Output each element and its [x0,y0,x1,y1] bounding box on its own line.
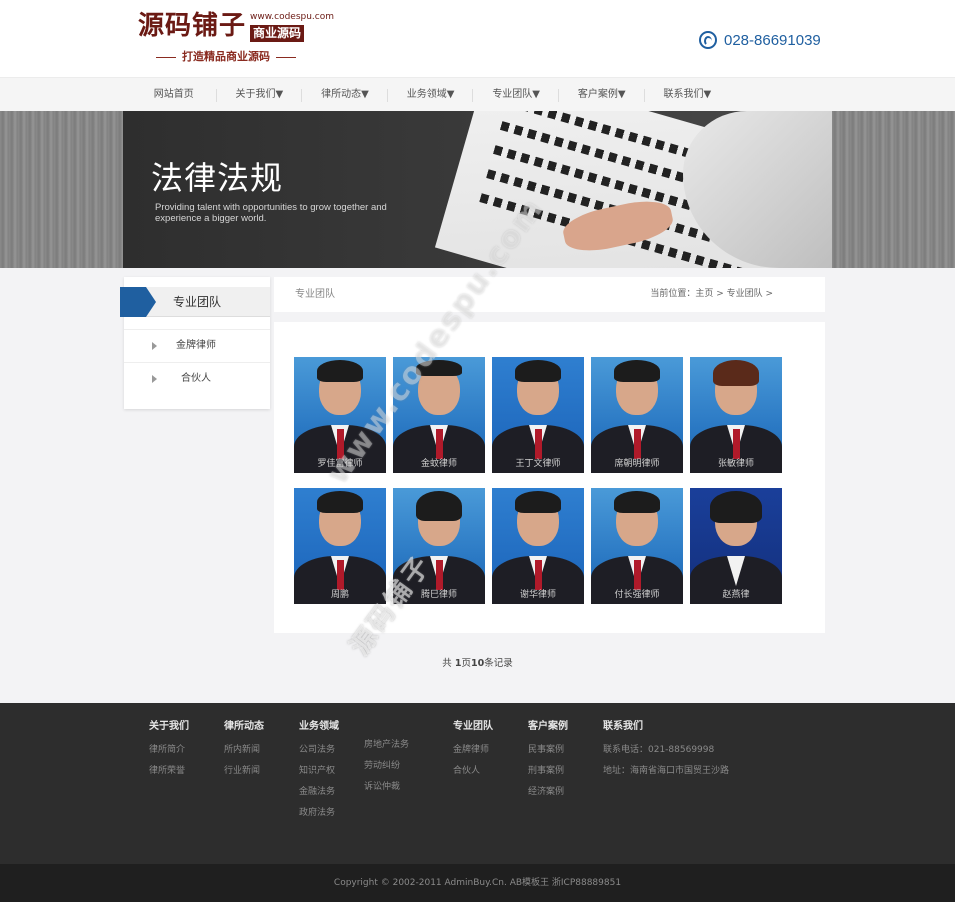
sidebar-header: 专业团队 [120,287,270,317]
caret-right-icon [152,375,157,383]
team-member-card[interactable]: 罗佳富律师 [294,357,386,473]
footer-col-team: 专业团队 金牌律师 合伙人 [453,717,493,782]
team-member-card[interactable]: 付长强律师 [591,488,683,604]
footer-address: 地址：海南省海口市国贸王沙路 [603,766,730,776]
team-content: 罗佳富律师 金蚊律师 王丁文律师 席朝明律师 张敏律师 周鹏 腾巳律师 谢华律师… [274,322,825,633]
banner-subtitle: Providing talent with opportunities to g… [155,202,387,224]
sidebar-title: 专业团队 [173,295,222,309]
team-member-card[interactable]: 张敏律师 [690,357,782,473]
footer-heading: 关于我们 [149,721,189,732]
phone-icon [699,31,717,49]
sidebar-item-label: 金牌律师 [176,340,216,351]
footer-link[interactable]: 知识产权 [299,761,339,782]
team-member-name: 谢华律师 [519,590,556,600]
footer-link[interactable]: 房地产法务 [364,735,409,756]
pagination-info: 共 1页10条记录 [0,655,955,669]
footer-col-business: 业务领域 公司法务 知识产权 金融法务 政府法务 [299,717,339,824]
footer-phone: 联系电话：021-88569998 [603,745,715,755]
site-footer: 关于我们 律所简介 律所荣誉 律所动态 所内新闻 行业新闻 业务领域 公司法务 … [0,703,955,864]
nav-item-team[interactable]: 专业团队▼ [473,78,559,112]
logo-url: www.codespu.com [250,12,335,22]
team-member-card[interactable]: 腾巳律师 [393,488,485,604]
footer-link[interactable]: 律所荣誉 [149,761,189,782]
banner-wood-right [832,111,955,268]
sidebar-item-label: 合伙人 [181,373,211,384]
footer-heading: 律所动态 [224,721,264,732]
sidebar: 专业团队 金牌律师 合伙人 [120,277,270,409]
footer-link[interactable]: 刑事案例 [528,761,568,782]
banner-wood-left [0,111,123,268]
page-banner [0,111,955,268]
footer-link[interactable]: 经济案例 [528,782,568,803]
team-member-card[interactable]: 谢华律师 [492,488,584,604]
footer-heading: 客户案例 [528,721,568,732]
main-nav: 网站首页 关于我们▼ 律所动态▼ 业务领域▼ 专业团队▼ 客户案例▼ 联系我们▼ [0,77,955,111]
footer-link[interactable]: 行业新闻 [224,761,264,782]
footer-link[interactable]: 所内新闻 [224,740,264,761]
footer-link[interactable]: 诉讼仲裁 [364,777,409,798]
site-logo[interactable]: 源码铺子 www.codespu.com 商业源码 打造精品商业源码 [138,10,334,66]
site-header: 源码铺子 www.codespu.com 商业源码 打造精品商业源码 028-8… [0,0,955,77]
nav-item-home[interactable]: 网站首页 [131,78,217,112]
footer-heading: 联系我们 [603,721,643,732]
logo-slogan: 打造精品商业源码 [150,48,302,64]
header-phone: 028-86691039 [699,31,821,49]
team-member-card[interactable]: 金蚊律师 [393,357,485,473]
team-member-card[interactable]: 赵燕律 [690,488,782,604]
breadcrumb: 当前位置：主页 > 专业团队 > [650,289,773,299]
team-member-name: 金蚊律师 [420,459,457,469]
sidebar-item-partner[interactable]: 合伙人 [124,362,270,394]
section-title: 专业团队 [295,289,335,300]
footer-heading: 业务领域 [299,721,339,732]
team-member-name: 罗佳富律师 [317,459,363,469]
footer-col-cases: 客户案例 民事案例 刑事案例 经济案例 [528,717,568,803]
footer-col-news: 律所动态 所内新闻 行业新闻 [224,717,264,782]
footer-link[interactable]: 金牌律师 [453,740,493,761]
footer-heading: 专业团队 [453,721,493,732]
sidebar-item-gold-lawyer[interactable]: 金牌律师 [124,329,270,361]
team-member-name: 周鹏 [330,590,349,600]
footer-link[interactable]: 政府法务 [299,803,339,824]
footer-link[interactable]: 劳动纠纷 [364,756,409,777]
nav-item-cases[interactable]: 客户案例▼ [559,78,645,112]
logo-badge: 商业源码 [250,25,305,42]
breadcrumb-bar: 专业团队 当前位置：主页 > 专业团队 > [274,277,825,312]
team-member-name: 张敏律师 [717,459,754,469]
footer-col-about: 关于我们 律所简介 律所荣誉 [149,717,189,782]
nav-item-news[interactable]: 律所动态▼ [302,78,388,112]
team-member-card[interactable]: 席朝明律师 [591,357,683,473]
team-member-name: 腾巳律师 [420,590,457,600]
nav-item-about[interactable]: 关于我们▼ [217,78,303,112]
team-member-card[interactable]: 王丁文律师 [492,357,584,473]
pager-prefix: 共 [442,658,452,669]
copyright: Copyright © 2002-2011 AdminBuy.Cn. AB模板王… [0,864,955,902]
team-member-name: 席朝明律师 [614,459,660,469]
pager-middle: 页 [461,658,471,669]
caret-right-icon [152,342,157,350]
footer-col-business-2: 房地产法务 劳动纠纷 诉讼仲裁 [364,735,409,798]
logo-text: 源码铺子 [138,11,247,41]
team-grid: 罗佳富律师 金蚊律师 王丁文律师 席朝明律师 张敏律师 周鹏 腾巳律师 谢华律师… [294,357,782,604]
nav-item-contact[interactable]: 联系我们▼ [645,78,731,112]
team-member-name: 赵燕律 [722,590,750,600]
footer-link[interactable]: 民事案例 [528,740,568,761]
footer-link[interactable]: 合伙人 [453,761,493,782]
team-member-card[interactable]: 周鹏 [294,488,386,604]
team-member-name: 付长强律师 [614,590,660,600]
footer-link[interactable]: 金融法务 [299,782,339,803]
nav-item-business[interactable]: 业务领域▼ [388,78,474,112]
team-icon [120,287,156,317]
footer-link[interactable]: 律所简介 [149,740,189,761]
pager-count: 10 [470,658,485,669]
pager-suffix: 条记录 [484,658,513,669]
team-member-name: 王丁文律师 [515,459,561,469]
footer-link[interactable]: 公司法务 [299,740,339,761]
banner-title: 法律法规 [151,159,284,197]
phone-number: 028-86691039 [724,31,821,49]
footer-col-contact: 联系我们 联系电话：021-88569998 地址：海南省海口市国贸王沙路 [603,717,729,782]
